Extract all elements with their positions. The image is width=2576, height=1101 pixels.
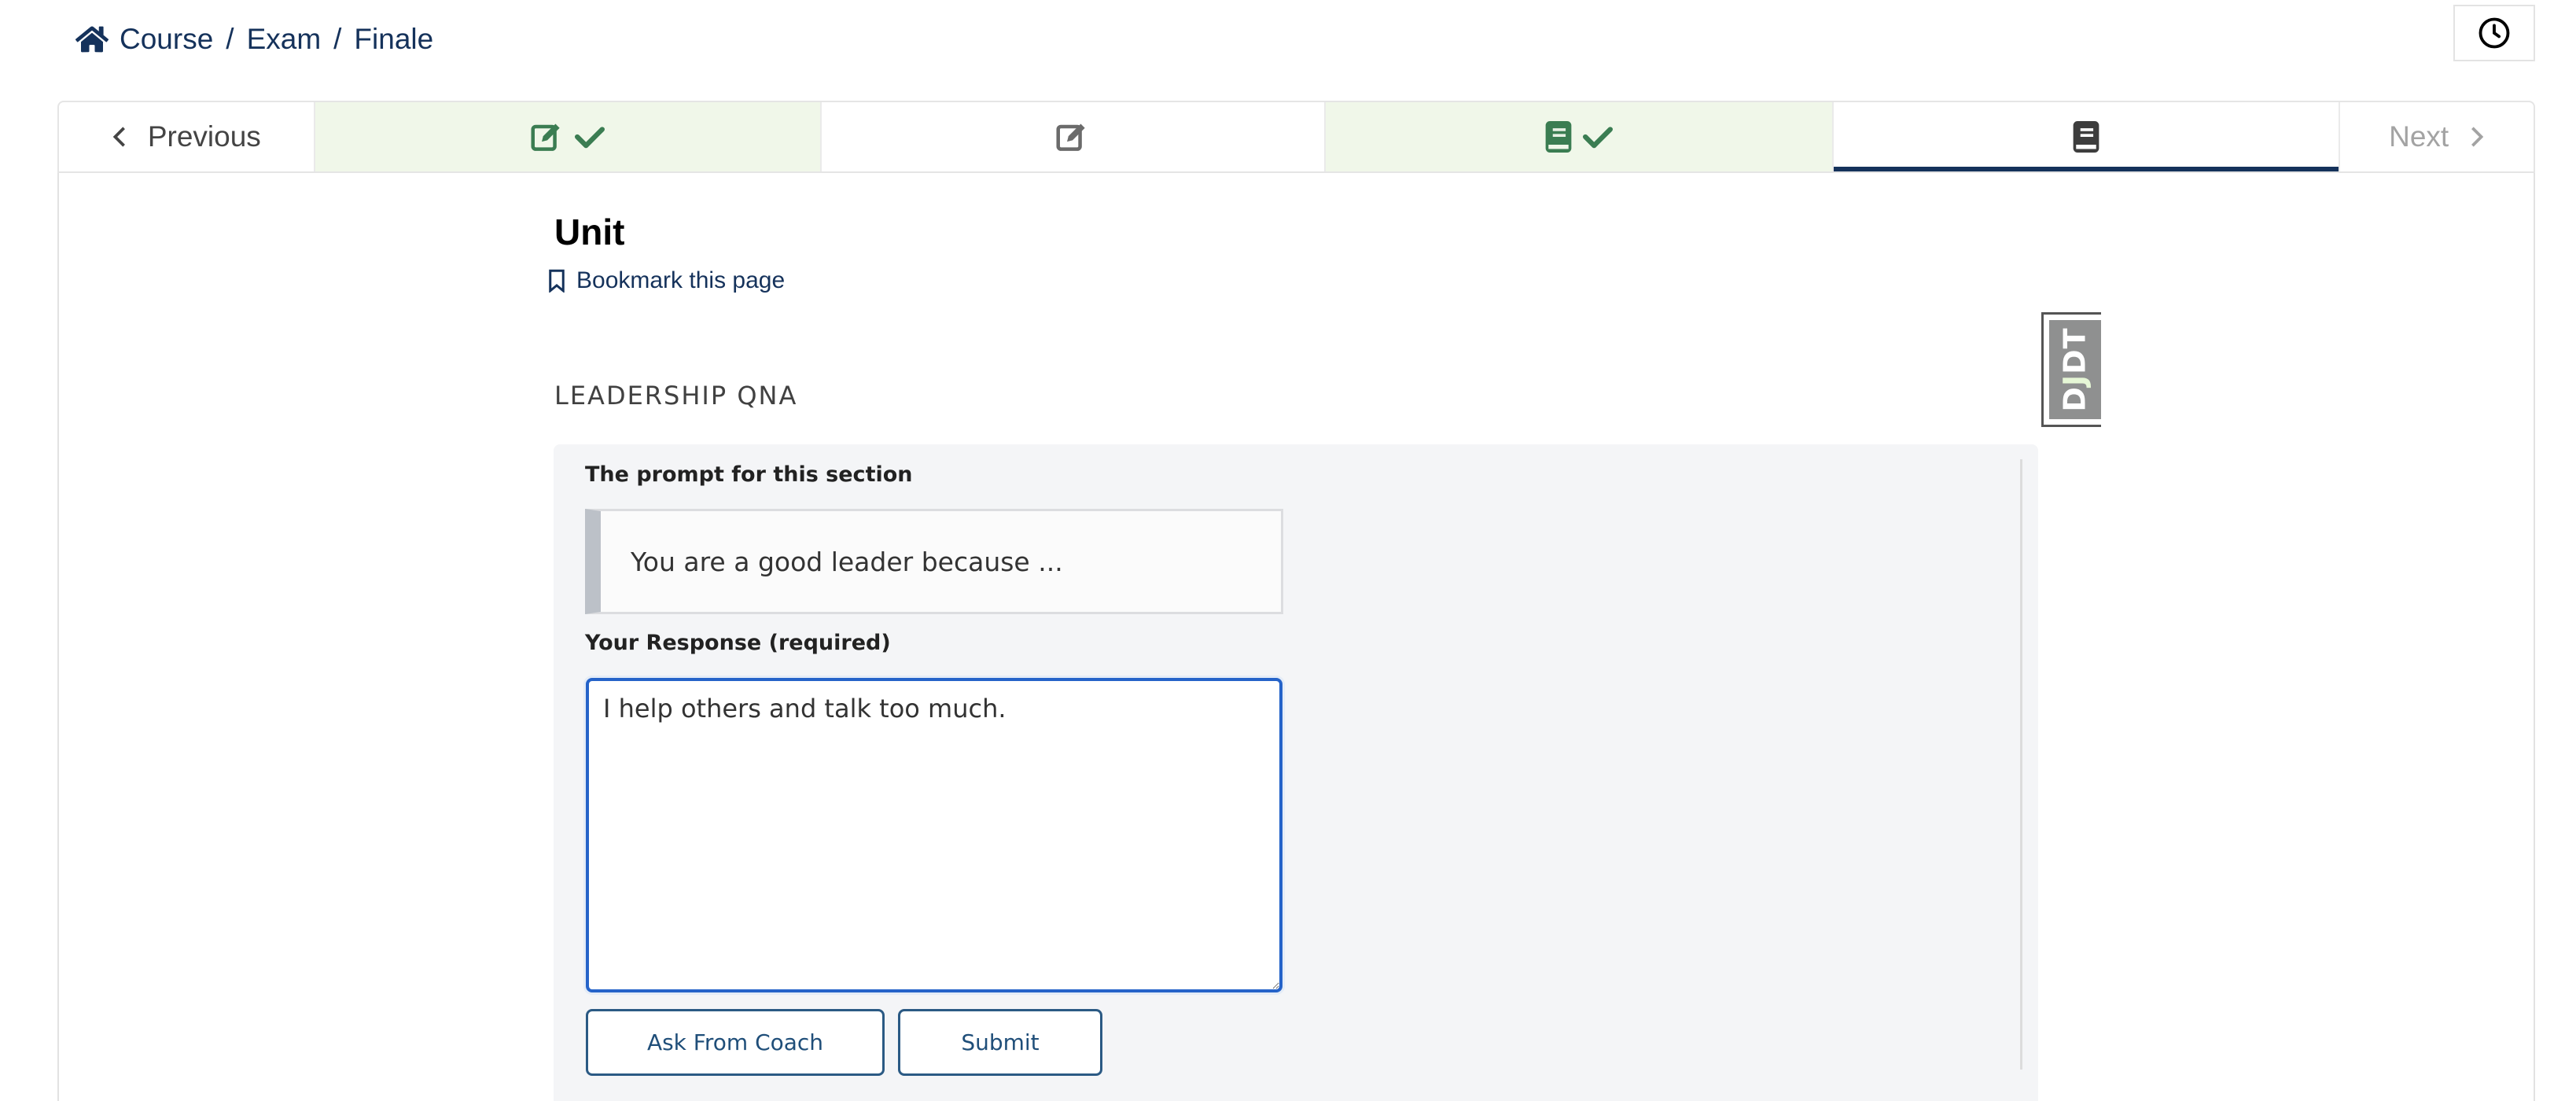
breadcrumb-finale[interactable]: Finale <box>354 23 433 56</box>
debug-toolbar-label: DJDT <box>2058 327 2092 411</box>
book-icon <box>1545 121 1572 153</box>
djdt-letter-d: D <box>2058 386 2092 412</box>
section-title: LEADERSHIP QNA <box>554 381 798 411</box>
panel-divider <box>2020 459 2022 1070</box>
clock-icon <box>2478 17 2510 49</box>
debug-toolbar-handle-inner: DJDT <box>2049 320 2101 419</box>
bookmark-icon <box>549 269 565 293</box>
sequence-navigation: Previous Next <box>57 101 2535 173</box>
response-textarea[interactable] <box>586 678 1282 992</box>
unit-tab-1[interactable] <box>315 102 822 171</box>
content-border-left <box>57 173 59 1101</box>
prompt-text: You are a good leader because ... <box>631 546 1063 577</box>
breadcrumb-exam[interactable]: Exam <box>247 23 322 56</box>
bookmark-label: Bookmark this page <box>576 267 786 293</box>
breadcrumb-course[interactable]: Course <box>120 23 213 56</box>
clock-button[interactable] <box>2453 5 2535 61</box>
unit-tab-2[interactable] <box>822 102 1326 171</box>
chevron-right-icon <box>2471 127 2484 147</box>
chevron-left-icon <box>112 127 125 147</box>
breadcrumb: Course / Exam / Finale <box>75 17 433 61</box>
unit-tab-4-active[interactable] <box>1834 102 2341 171</box>
home-icon[interactable] <box>75 24 109 54</box>
next-label: Next <box>2389 120 2449 153</box>
djdt-letter-j: J <box>2058 374 2092 387</box>
bookmark-button[interactable]: Bookmark this page <box>548 267 785 294</box>
previous-label: Previous <box>147 120 261 153</box>
response-label: Your Response (required) <box>585 631 891 655</box>
page-title: Unit <box>554 212 625 252</box>
book-icon <box>2073 121 2099 153</box>
previous-button[interactable]: Previous <box>59 102 315 171</box>
next-button[interactable]: Next <box>2340 102 2534 171</box>
ask-from-coach-button[interactable]: Ask From Coach <box>586 1009 885 1076</box>
prompt-label: The prompt for this section <box>585 462 913 487</box>
check-icon <box>574 127 605 149</box>
prompt-box: You are a good leader because ... <box>585 509 1283 614</box>
breadcrumb-separator: / <box>226 23 234 55</box>
edit-icon <box>1056 123 1086 151</box>
check-icon <box>1583 127 1614 149</box>
unit-tab-3[interactable] <box>1325 102 1834 171</box>
djdt-letters-dt: DT <box>2058 327 2092 374</box>
submit-button[interactable]: Submit <box>898 1009 1102 1076</box>
debug-toolbar-handle[interactable]: DJDT <box>2041 312 2101 427</box>
breadcrumb-separator: / <box>333 23 342 55</box>
content-border-right <box>2534 173 2535 1101</box>
edit-icon <box>531 123 560 151</box>
